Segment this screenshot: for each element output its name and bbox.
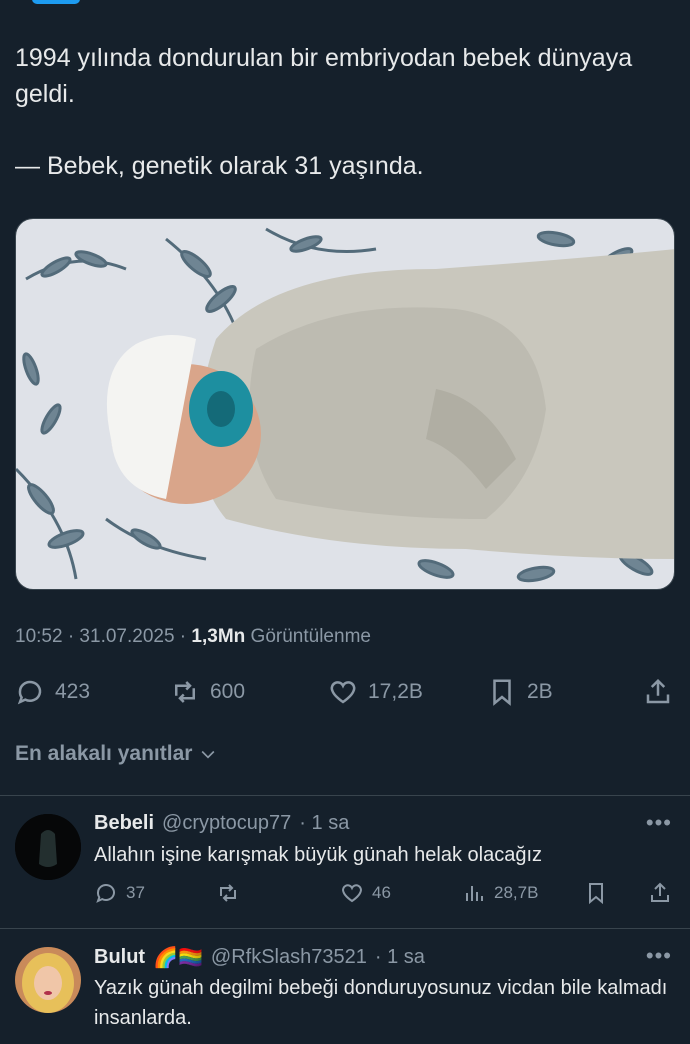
reply-author-name[interactable]: Bulut xyxy=(94,946,145,969)
share-icon xyxy=(651,882,669,902)
more-options-button[interactable]: ••• xyxy=(646,943,672,969)
reply-share-button[interactable] xyxy=(648,878,672,908)
reply-reply-button[interactable]: 37 xyxy=(94,878,145,908)
reply-time[interactable]: · 1 sa xyxy=(375,946,425,969)
reply-time[interactable]: · 1 sa xyxy=(299,812,349,835)
tweet-photo[interactable] xyxy=(15,218,675,590)
more-icon: ••• xyxy=(645,810,672,835)
reply-count: 423 xyxy=(55,680,91,703)
reply-author-handle[interactable]: @cryptocup77 xyxy=(162,812,291,835)
tweet-meta: 10:52 · 31.07.2025 · 1,3Mn Görüntülenme xyxy=(15,626,371,648)
reply-repost-button[interactable] xyxy=(216,878,248,908)
reply-text: Yazık günah degilmi bebeği donduruyosunu… xyxy=(94,977,668,1029)
more-options-button[interactable]: ••• xyxy=(646,810,672,836)
reply-author-handle[interactable]: @RfkSlash73521 xyxy=(211,946,367,969)
chevron-down-icon xyxy=(202,750,215,759)
reply-like-count: 46 xyxy=(372,883,391,902)
more-icon: ••• xyxy=(645,943,672,968)
like-icon xyxy=(342,884,362,903)
bookmark-count: 2B xyxy=(527,680,553,703)
share-icon xyxy=(646,678,670,704)
reply-item[interactable]: Bebeli @cryptocup77 · 1 sa ••• Allahın i… xyxy=(0,796,690,928)
repost-icon xyxy=(220,884,236,902)
reply-bookmark-button[interactable] xyxy=(584,878,608,908)
repost-icon xyxy=(175,681,195,703)
bookmark-icon xyxy=(589,883,603,905)
views-icon xyxy=(466,886,483,901)
baby-photo-illustration xyxy=(16,219,674,589)
tweet-timestamp[interactable]: 10:52 · 31.07.2025 · xyxy=(15,626,191,647)
views-label: Görüntülenme xyxy=(245,626,371,647)
reply-author-name[interactable]: Bebeli xyxy=(94,812,154,835)
reply-sort-label: En alakalı yanıtlar xyxy=(15,742,193,765)
like-button[interactable]: 17,2B xyxy=(328,672,423,712)
avatar[interactable] xyxy=(15,947,81,1013)
reply-views-button[interactable]: 28,7B xyxy=(462,878,538,908)
blonde-person-avatar-image xyxy=(15,947,81,1013)
reply-reply-count: 37 xyxy=(126,883,145,902)
reply-like-button[interactable]: 46 xyxy=(340,878,391,908)
views-count: 1,3Mn xyxy=(191,626,246,647)
like-icon xyxy=(330,681,356,704)
bookmark-icon xyxy=(493,679,511,706)
share-button[interactable] xyxy=(643,672,673,712)
tweet-text: 1994 yılında dondurulan bir embriyodan b… xyxy=(15,44,633,180)
repost-button[interactable]: 600 xyxy=(170,672,245,712)
reply-icon xyxy=(96,884,115,903)
back-to-top-pill[interactable] xyxy=(32,0,80,4)
bookmark-button[interactable]: 2B xyxy=(487,672,553,712)
like-count: 17,2B xyxy=(368,680,423,703)
tweet-actions: 423 600 17,2B 2B xyxy=(15,672,675,712)
profile-emoji-badges: 🌈🏳️‍🌈 xyxy=(153,947,203,969)
reply-item[interactable]: Bulut 🌈🏳️‍🌈 @RfkSlash73521 · 1 sa ••• Ya… xyxy=(0,929,690,1044)
reply-views-count: 28,7B xyxy=(494,883,539,902)
reply-button[interactable]: 423 xyxy=(15,672,90,712)
reply-text: Allahın işine karışmak büyük günah helak… xyxy=(94,844,543,866)
reply-sort-dropdown[interactable]: En alakalı yanıtlar xyxy=(15,742,218,766)
avatar[interactable] xyxy=(15,814,81,880)
reply-icon xyxy=(17,680,42,705)
repost-count: 600 xyxy=(210,680,246,703)
dark-figure-avatar-image xyxy=(15,814,81,880)
